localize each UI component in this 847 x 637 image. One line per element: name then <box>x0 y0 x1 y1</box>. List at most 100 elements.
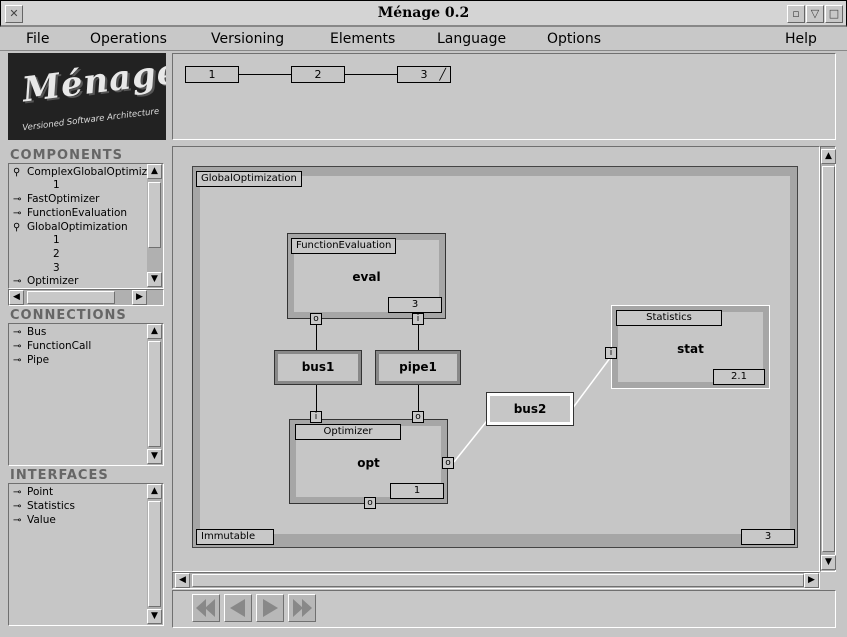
scroll-up-icon[interactable]: ▲ <box>147 324 162 339</box>
components-title: COMPONENTS <box>10 148 123 163</box>
component-name: opt <box>357 456 380 470</box>
scroll-down-icon[interactable]: ▼ <box>147 272 162 287</box>
minimize-icon[interactable]: ▫ <box>787 5 805 23</box>
menu-versioning[interactable]: Versioning <box>211 31 284 47</box>
menu-help[interactable]: Help <box>785 31 817 47</box>
wire <box>418 384 419 411</box>
last-icon[interactable] <box>288 594 316 622</box>
menu-options[interactable]: Options <box>547 31 601 47</box>
scroll-down-icon[interactable]: ▼ <box>147 609 162 624</box>
menu-language[interactable]: Language <box>437 31 506 47</box>
scroll-right-icon[interactable]: ▶ <box>804 573 819 588</box>
connector-pipe1[interactable]: pipe1 <box>375 350 461 385</box>
component-stat[interactable]: Statistics stat 2.1 <box>611 305 770 389</box>
list-item[interactable]: ⊸ FunctionEvaluation <box>13 207 127 219</box>
port-out[interactable]: o <box>442 457 454 469</box>
key-icon: ⊸ <box>13 501 22 512</box>
scroll-up-icon[interactable]: ▲ <box>821 149 836 164</box>
list-item[interactable]: 1 <box>53 234 60 246</box>
list-item[interactable]: 2 <box>53 248 60 260</box>
version-label: 1 <box>390 483 444 499</box>
scroll-thumb[interactable] <box>822 166 835 552</box>
scroll-thumb[interactable] <box>148 341 161 447</box>
list-item[interactable]: ⊸ FastOptimizer <box>13 193 100 205</box>
list-item[interactable]: ⊸ FunctionCall <box>13 340 91 352</box>
port-in[interactable]: i <box>605 347 617 359</box>
scroll-thumb[interactable] <box>148 182 161 248</box>
interfaces-scrollbar[interactable]: ▲ ▼ <box>147 484 163 625</box>
connections-title: CONNECTIONS <box>10 308 127 323</box>
logo-title: Ménage <box>20 53 166 111</box>
list-item[interactable]: ⊸ Statistics <box>13 500 75 512</box>
scroll-down-icon[interactable]: ▼ <box>821 555 836 570</box>
key-icon: ⊸ <box>13 355 22 366</box>
connector-bus1[interactable]: bus1 <box>274 350 362 385</box>
diagram-hscrollbar[interactable]: ◀ ▶ <box>172 572 820 589</box>
status-label: Immutable <box>196 529 274 545</box>
menu-bar: File Operations Versioning Elements Lang… <box>0 27 847 51</box>
port-out[interactable]: o <box>310 313 322 325</box>
first-icon[interactable] <box>192 594 220 622</box>
component-eval[interactable]: FunctionEvaluation eval 3 <box>287 233 446 319</box>
list-item[interactable]: ⊸ Pipe <box>13 354 49 366</box>
key-icon: ⊸ <box>13 327 22 338</box>
logo-subtitle: Versioned Software Architecture <box>21 106 160 134</box>
version-edge <box>345 74 397 75</box>
scroll-up-icon[interactable]: ▲ <box>147 164 162 179</box>
scroll-thumb[interactable] <box>148 501 161 607</box>
list-item[interactable]: 3 <box>53 262 60 274</box>
diagram-vscrollbar[interactable]: ▲ ▼ <box>820 146 836 572</box>
key-icon: ⚲ <box>13 222 21 233</box>
version-graph: 1 2 3 ╱ <box>172 53 836 140</box>
iconify-icon[interactable]: ▽ <box>806 5 824 23</box>
wire <box>316 325 317 352</box>
port-out[interactable]: o <box>412 411 424 423</box>
scroll-up-icon[interactable]: ▲ <box>147 484 162 499</box>
list-item[interactable]: ⊸ Value <box>13 514 56 526</box>
port-in[interactable]: i <box>310 411 322 423</box>
wire <box>316 384 317 411</box>
list-item[interactable]: ⊸ Bus <box>13 326 46 338</box>
list-item[interactable]: 1 <box>53 179 60 191</box>
version-edge <box>239 74 291 75</box>
list-item[interactable]: ⚲ ComplexGlobalOptimiz <box>13 166 147 178</box>
menu-elements[interactable]: Elements <box>330 31 395 47</box>
version-label: 3 <box>388 297 442 313</box>
key-icon: ⊸ <box>13 208 22 219</box>
next-icon[interactable] <box>256 594 284 622</box>
connections-scrollbar[interactable]: ▲ ▼ <box>147 324 163 465</box>
component-type-label: Optimizer <box>295 424 401 440</box>
selected-marker-icon: ╱ <box>439 68 446 81</box>
previous-icon[interactable] <box>224 594 252 622</box>
scroll-down-icon[interactable]: ▼ <box>147 449 162 464</box>
scroll-right-icon[interactable]: ▶ <box>132 290 147 305</box>
maximize-icon[interactable]: □ <box>825 5 843 23</box>
port-in[interactable]: i <box>412 313 424 325</box>
menu-file[interactable]: File <box>26 31 49 47</box>
hscroll-thumb[interactable] <box>192 574 804 587</box>
list-item[interactable]: ⊸ Optimizer <box>13 275 78 287</box>
scroll-left-icon[interactable]: ◀ <box>175 573 190 588</box>
interfaces-list: ⊸ Point ⊸ Statistics ⊸ Value ▲ ▼ <box>8 483 164 626</box>
wire <box>418 325 419 352</box>
app-logo: Ménage Versioned Software Architecture <box>8 53 166 140</box>
connector-bus2[interactable]: bus2 <box>486 392 574 426</box>
list-item[interactable]: ⚲ GlobalOptimization <box>13 221 128 233</box>
components-list: ⚲ ComplexGlobalOptimiz 1 ⊸ FastOptimizer ⊸… <box>8 163 164 289</box>
components-scrollbar[interactable]: ▲ ▼ <box>147 164 163 288</box>
component-opt[interactable]: Optimizer opt 1 <box>289 419 448 504</box>
list-item[interactable]: ⊸ Point <box>13 486 53 498</box>
key-icon: ⊸ <box>13 194 22 205</box>
hscroll-thumb[interactable] <box>27 291 115 304</box>
version-node-2[interactable]: 2 <box>291 66 345 83</box>
components-hscrollbar[interactable]: ◀ ▶ <box>8 289 164 306</box>
menu-operations[interactable]: Operations <box>90 31 167 47</box>
scroll-left-icon[interactable]: ◀ <box>9 290 24 305</box>
component-type-label: Statistics <box>616 310 722 326</box>
component-name: eval <box>352 270 381 284</box>
version-node-1[interactable]: 1 <box>185 66 239 83</box>
port-out[interactable]: o <box>364 497 376 509</box>
key-icon: ⊸ <box>13 276 22 287</box>
version-node-3[interactable]: 3 ╱ <box>397 66 451 83</box>
title-bar: ✕ Ménage 0.2 ▫ ▽ □ <box>0 0 847 27</box>
